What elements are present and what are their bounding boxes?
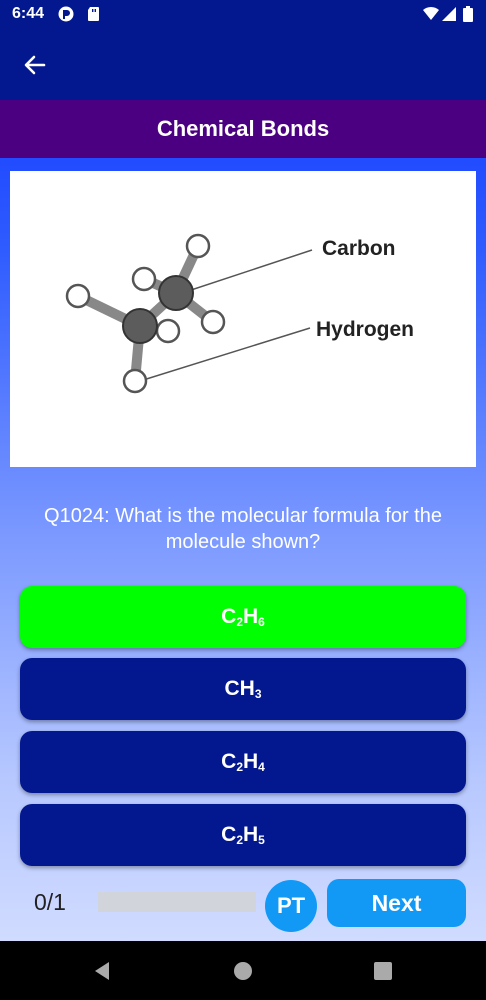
formula-subscript: 6	[258, 615, 265, 629]
signal-icon	[442, 7, 456, 21]
formula-subscript: 4	[258, 760, 265, 774]
page-title: Chemical Bonds	[0, 100, 486, 158]
back-arrow-icon[interactable]	[20, 50, 50, 80]
formula-subscript: 2	[236, 833, 243, 847]
answer-option-1[interactable]: C2H6	[20, 586, 466, 648]
battery-icon	[463, 6, 473, 22]
system-nav-bar	[0, 941, 486, 1000]
score-counter: 0/1	[34, 889, 66, 915]
formula-element: H	[243, 605, 259, 628]
quiz-screen: 6:44 Chemical Bonds Carbon Hydrogen Q102…	[0, 0, 486, 1000]
formula-element: H	[243, 750, 259, 773]
app-bar	[0, 30, 486, 100]
hydrogen-label: Hydrogen	[316, 318, 414, 341]
answer-formula: C2H4	[221, 750, 265, 774]
answer-formula: C2H6	[221, 605, 265, 629]
formula-subscript: 2	[236, 615, 243, 629]
question-text: Q1024: What is the molecular formula for…	[44, 505, 442, 553]
sd-card-icon	[88, 7, 99, 21]
answer-formula: C2H5	[221, 823, 265, 847]
progress-bar	[98, 892, 256, 912]
answer-option-4[interactable]: C2H5	[20, 804, 466, 866]
answer-formula: CH3	[224, 677, 261, 701]
status-bar: 6:44	[0, 0, 486, 30]
formula-element: H	[243, 823, 259, 846]
nav-home-icon[interactable]	[231, 959, 255, 983]
carbon-label: Carbon	[322, 237, 396, 260]
formula-element: C	[221, 823, 237, 846]
nav-recents-icon[interactable]	[371, 959, 395, 983]
formula-subscript: 3	[254, 687, 262, 701]
formula-subscript: 2	[236, 760, 243, 774]
wifi-icon	[423, 6, 439, 21]
status-time: 6:44	[12, 5, 45, 22]
formula-subscript: 5	[258, 833, 265, 847]
formula-element: C	[221, 605, 237, 628]
answer-option-2[interactable]: CH3	[20, 658, 466, 720]
molecule-figure: Carbon Hydrogen	[10, 171, 476, 467]
next-button[interactable]: Next	[327, 879, 466, 927]
ethane-molecule-diagram: Carbon Hydrogen	[65, 233, 414, 394]
formula-element: CH	[224, 677, 255, 700]
answer-option-3[interactable]: C2H4	[20, 731, 466, 793]
formula-element: C	[221, 750, 237, 773]
app-notification-icon	[58, 6, 74, 22]
pt-button[interactable]: PT	[265, 880, 317, 932]
nav-back-icon[interactable]	[91, 959, 115, 983]
